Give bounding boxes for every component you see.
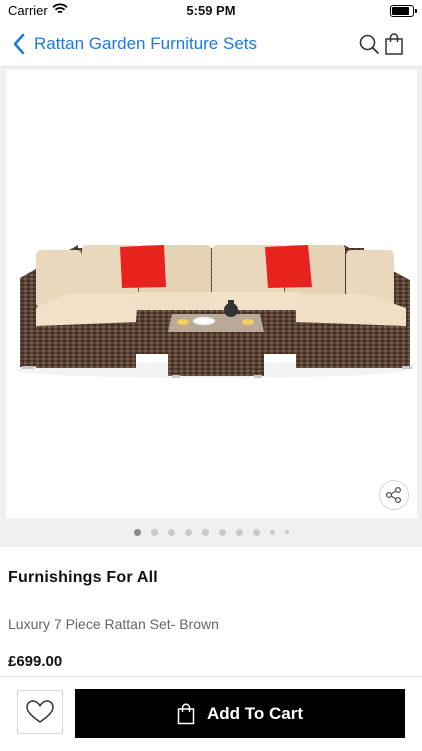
add-to-cart-label: Add To Cart	[206, 703, 303, 723]
page-dot[interactable]	[201, 528, 209, 536]
page-dot[interactable]	[235, 528, 243, 536]
page-indicator[interactable]	[0, 527, 422, 537]
image-gallery[interactable]	[0, 67, 422, 547]
page-dot[interactable]	[284, 530, 289, 534]
product-price: £699.00	[8, 653, 63, 670]
heart-icon	[26, 700, 54, 723]
share-button[interactable]	[379, 480, 409, 510]
page-dot[interactable]	[167, 528, 175, 536]
chevron-left-icon[interactable]	[10, 32, 28, 56]
page-dot[interactable]	[150, 528, 158, 536]
page-dot[interactable]	[184, 528, 192, 536]
battery-icon	[390, 5, 417, 17]
product-name: Luxury 7 Piece Rattan Set- Brown	[8, 616, 219, 632]
shopping-bag-icon	[177, 703, 195, 724]
status-bar: Carrier 5:59 PM	[0, 0, 422, 22]
navigation-bar: Rattan Garden Furniture Sets	[0, 22, 422, 67]
search-icon[interactable]	[358, 33, 380, 55]
rattan-sofa-set-photo	[16, 245, 412, 378]
page-dot[interactable]	[133, 528, 141, 536]
status-time: 5:59 PM	[186, 3, 236, 18]
product-image[interactable]	[6, 70, 417, 518]
page-dot[interactable]	[218, 528, 226, 536]
shopping-bag-icon[interactable]	[384, 32, 404, 56]
share-icon	[385, 486, 402, 504]
wishlist-button[interactable]	[17, 690, 63, 734]
page-dot[interactable]	[269, 529, 275, 535]
add-to-cart-button[interactable]: Add To Cart	[75, 689, 405, 738]
bottom-action-bar: Add To Cart	[0, 676, 422, 751]
page-dot[interactable]	[252, 528, 260, 536]
brand-name[interactable]: Furnishings For All	[8, 569, 158, 587]
page-title[interactable]: Rattan Garden Furniture Sets	[34, 34, 257, 54]
